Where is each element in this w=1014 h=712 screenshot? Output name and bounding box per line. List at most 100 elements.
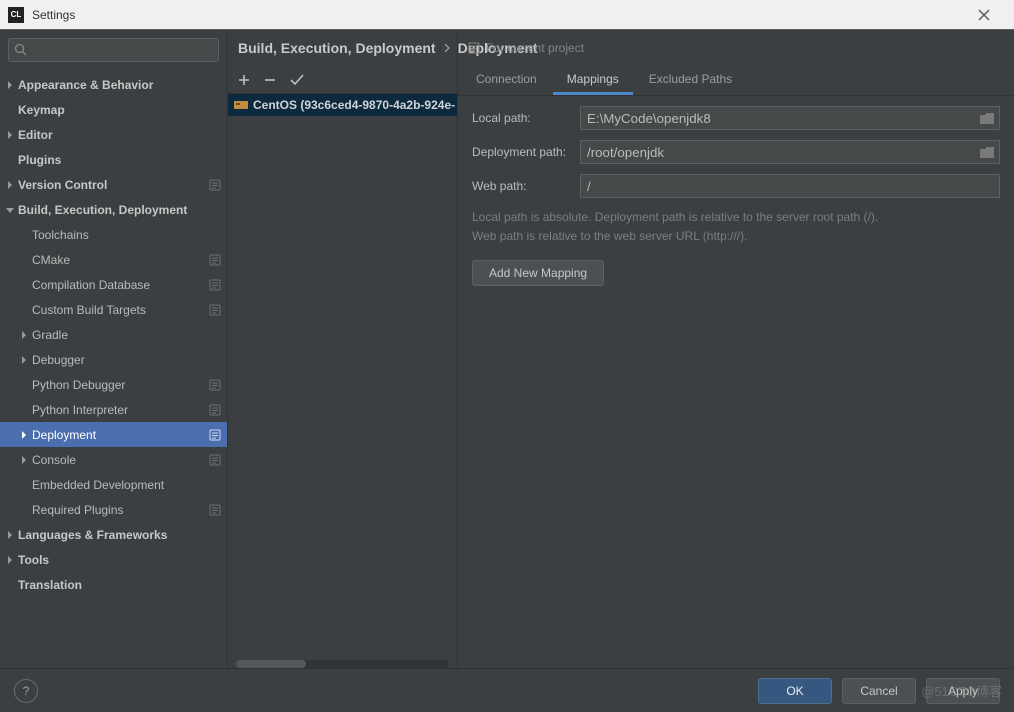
tree-item[interactable]: Python Debugger — [0, 372, 227, 397]
tree-item[interactable]: Editor — [0, 122, 227, 147]
server-toolbar — [228, 66, 457, 94]
deployment-path-label: Deployment path: — [472, 145, 580, 159]
horizontal-scrollbar[interactable] — [236, 660, 449, 668]
chevron-right-icon — [20, 456, 30, 464]
chevron-right-icon — [6, 181, 16, 189]
deployment-content: For current project Connection Mappings … — [458, 30, 1014, 668]
project-badge-icon — [209, 429, 221, 441]
tree-item-label: Console — [32, 453, 205, 467]
tree-item[interactable]: Tools — [0, 547, 227, 572]
tree-item[interactable]: Required Plugins — [0, 497, 227, 522]
chevron-right-icon — [6, 556, 16, 564]
tree-item-label: Plugins — [18, 153, 221, 167]
tree-item[interactable]: Version Control — [0, 172, 227, 197]
ok-button[interactable]: OK — [758, 678, 832, 704]
app-icon: CL — [8, 7, 24, 23]
local-path-label: Local path: — [472, 111, 580, 125]
chevron-right-icon — [20, 431, 30, 439]
chevron-right-icon — [6, 131, 16, 139]
chevron-right-icon — [444, 44, 450, 52]
project-badge-icon — [209, 279, 221, 291]
tab-excluded-paths[interactable]: Excluded Paths — [635, 66, 746, 95]
tree-item[interactable]: Embedded Development — [0, 472, 227, 497]
tree-item-label: Required Plugins — [32, 503, 205, 517]
window-title: Settings — [32, 8, 978, 22]
tab-mappings[interactable]: Mappings — [553, 66, 633, 95]
mappings-form: Local path: Deployment path: — [458, 96, 1014, 296]
search-input[interactable] — [8, 38, 219, 62]
tree-item[interactable]: CMake — [0, 247, 227, 272]
tree-item-label: Editor — [18, 128, 221, 142]
breadcrumb-part: Build, Execution, Deployment — [238, 40, 436, 56]
web-path-input[interactable] — [580, 174, 1000, 198]
tree-item[interactable]: Toolchains — [0, 222, 227, 247]
server-list-panel: Build, Execution, Deployment Deployment — [228, 30, 458, 668]
chevron-right-icon — [6, 81, 16, 89]
tree-item[interactable]: Debugger — [0, 347, 227, 372]
checkmark-icon[interactable] — [290, 74, 304, 86]
server-item[interactable]: CentOS (93c6ced4-9870-4a2b-924e- — [228, 94, 457, 116]
apply-button[interactable]: Apply — [926, 678, 1000, 704]
tree-item[interactable]: Languages & Frameworks — [0, 522, 227, 547]
add-server-button[interactable] — [238, 74, 250, 86]
tree-item[interactable]: Console — [0, 447, 227, 472]
dialog-footer: ? OK Cancel Apply — [0, 668, 1014, 712]
deployment-tabs: Connection Mappings Excluded Paths — [458, 66, 1014, 96]
tree-item[interactable]: Build, Execution, Deployment — [0, 197, 227, 222]
remove-server-button[interactable] — [264, 74, 276, 86]
project-badge-icon — [209, 504, 221, 516]
server-icon — [234, 99, 248, 111]
breadcrumb: Build, Execution, Deployment Deployment — [228, 30, 457, 66]
folder-icon[interactable] — [980, 113, 994, 124]
scrollbar-thumb[interactable] — [236, 660, 306, 668]
tree-item[interactable]: Plugins — [0, 147, 227, 172]
tree-item-label: Custom Build Targets — [32, 303, 205, 317]
deployment-path-input[interactable] — [580, 140, 1000, 164]
project-scope-hint: For current project — [458, 30, 1014, 66]
project-badge-icon — [209, 304, 221, 316]
close-icon[interactable] — [978, 9, 1006, 21]
tree-item[interactable]: Python Interpreter — [0, 397, 227, 422]
tree-item[interactable]: Translation — [0, 572, 227, 597]
tab-connection[interactable]: Connection — [462, 66, 551, 95]
project-badge-icon — [209, 179, 221, 191]
tree-item[interactable]: Deployment — [0, 422, 227, 447]
tree-item-label: CMake — [32, 253, 205, 267]
tree-item-label: Compilation Database — [32, 278, 205, 292]
web-path-label: Web path: — [472, 179, 580, 193]
tree-item[interactable]: Gradle — [0, 322, 227, 347]
tree-item-label: Languages & Frameworks — [18, 528, 221, 542]
tree-item-label: Build, Execution, Deployment — [18, 203, 221, 217]
tree-item-label: Translation — [18, 578, 221, 592]
settings-tree[interactable]: Appearance & Behavior Keymap Editor Plugins… — [0, 68, 227, 668]
tree-item[interactable]: Compilation Database — [0, 272, 227, 297]
project-badge-icon — [209, 454, 221, 466]
help-button[interactable]: ? — [14, 679, 38, 703]
tree-item[interactable]: Appearance & Behavior — [0, 72, 227, 97]
project-badge-icon — [468, 42, 480, 54]
cancel-button[interactable]: Cancel — [842, 678, 916, 704]
tree-item-label: Appearance & Behavior — [18, 78, 221, 92]
local-path-input[interactable] — [580, 106, 1000, 130]
tree-item-label: Keymap — [18, 103, 221, 117]
chevron-right-icon — [20, 356, 30, 364]
help-text: Local path is absolute. Deployment path … — [472, 208, 1000, 246]
add-new-mapping-button[interactable]: Add New Mapping — [472, 260, 604, 286]
project-badge-icon — [209, 404, 221, 416]
tree-item-label: Gradle — [32, 328, 221, 342]
project-badge-icon — [209, 379, 221, 391]
tree-item-label: Embedded Development — [32, 478, 221, 492]
tree-item-label: Deployment — [32, 428, 205, 442]
server-item-label: CentOS (93c6ced4-9870-4a2b-924e- — [253, 98, 455, 112]
chevron-right-icon — [6, 531, 16, 539]
tree-item[interactable]: Keymap — [0, 97, 227, 122]
project-badge-icon — [209, 254, 221, 266]
folder-icon[interactable] — [980, 147, 994, 158]
tree-item-label: Tools — [18, 553, 221, 567]
tree-item-label: Python Interpreter — [32, 403, 205, 417]
server-list[interactable]: CentOS (93c6ced4-9870-4a2b-924e- — [228, 94, 457, 668]
tree-item-label: Python Debugger — [32, 378, 205, 392]
tree-item[interactable]: Custom Build Targets — [0, 297, 227, 322]
tree-item-label: Debugger — [32, 353, 221, 367]
chevron-down-icon — [6, 206, 16, 214]
